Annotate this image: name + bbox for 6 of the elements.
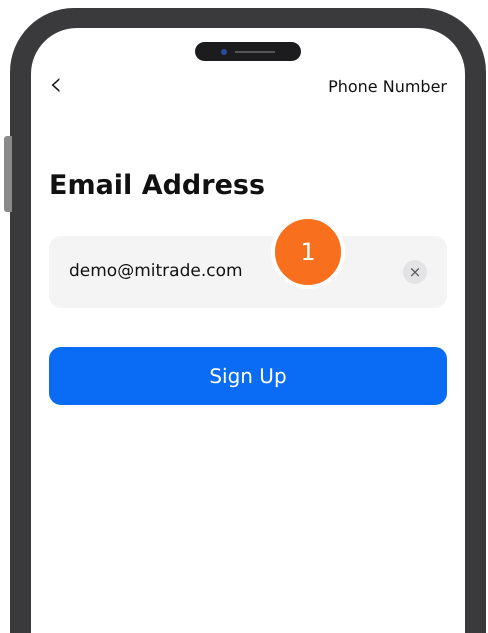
back-button[interactable]: ‹ (49, 67, 63, 101)
phone-number-link[interactable]: Phone Number (328, 75, 447, 99)
page-title: Email Address (49, 172, 266, 199)
clear-button[interactable]: × (403, 260, 427, 284)
email-input[interactable]: demo@mitrade.com (69, 259, 257, 285)
sign-up-button[interactable]: Sign Up (49, 347, 447, 405)
